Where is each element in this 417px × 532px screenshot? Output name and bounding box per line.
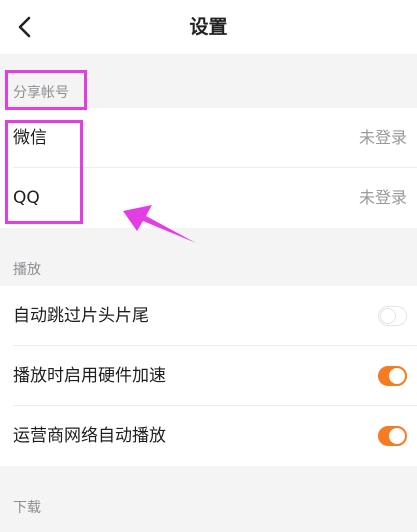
toggle-knob: [380, 308, 396, 324]
nav-bar: 设置: [0, 0, 417, 54]
toggle-knob: [389, 428, 405, 444]
wechat-label: 微信: [13, 128, 47, 148]
skip-intro-outro-toggle[interactable]: [378, 306, 407, 326]
cellular-autoplay-label: 运营商网络自动播放: [13, 426, 166, 446]
cellular-autoplay-toggle[interactable]: [378, 426, 407, 446]
wechat-account-row[interactable]: 微信 未登录: [0, 108, 417, 168]
qq-login-status: 未登录: [358, 188, 407, 207]
section-header-share-accounts: 分享帐号: [13, 85, 69, 101]
playback-group: 自动跳过片头片尾 播放时启用硬件加速 运营商网络自动播放: [0, 286, 417, 466]
skip-intro-outro-label: 自动跳过片头片尾: [13, 306, 149, 326]
wechat-login-status: 未登录: [358, 128, 407, 147]
hardware-acceleration-toggle[interactable]: [378, 366, 407, 386]
skip-intro-outro-row: 自动跳过片头片尾: [0, 286, 417, 346]
hardware-acceleration-row: 播放时启用硬件加速: [0, 346, 417, 406]
hardware-acceleration-label: 播放时启用硬件加速: [13, 366, 166, 386]
qq-account-row[interactable]: QQ 未登录: [0, 168, 417, 228]
share-accounts-group: 微信 未登录 QQ 未登录: [0, 108, 417, 228]
section-header-playback: 播放: [13, 262, 41, 278]
page-title: 设置: [189, 16, 228, 38]
qq-label: QQ: [13, 188, 40, 208]
cellular-autoplay-row: 运营商网络自动播放: [0, 406, 417, 466]
section-header-download: 下载: [13, 500, 41, 516]
toggle-knob: [389, 368, 405, 384]
